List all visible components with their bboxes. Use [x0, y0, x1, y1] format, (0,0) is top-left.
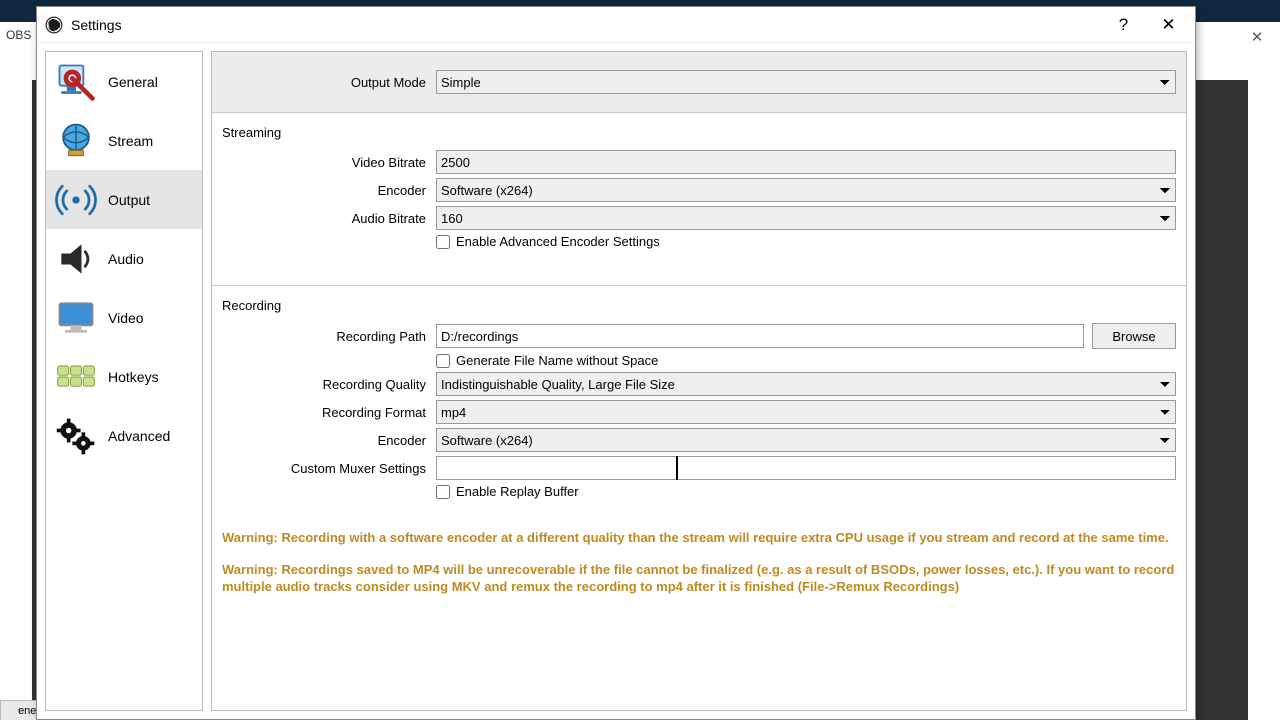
wrench-icon: [54, 60, 98, 104]
sidebar-item-label: Video: [108, 310, 144, 326]
gears-icon: [54, 414, 98, 458]
stream-encoder-label: Encoder: [222, 183, 436, 198]
muxer-label: Custom Muxer Settings: [222, 461, 436, 476]
recording-path-label: Recording Path: [222, 329, 436, 344]
stream-encoder-select[interactable]: Software (x264): [436, 178, 1176, 202]
window-title: Settings: [71, 17, 122, 33]
sidebar-item-label: Output: [108, 192, 150, 208]
warning-mp4: Warning: Recordings saved to MP4 will be…: [222, 561, 1176, 596]
video-bitrate-label: Video Bitrate: [222, 155, 436, 170]
streaming-section: Streaming Video Bitrate Encoder Software…: [212, 113, 1186, 286]
sidebar-item-advanced[interactable]: Advanced: [46, 406, 202, 465]
audio-bitrate-select[interactable]: 160: [436, 206, 1176, 230]
recording-format-label: Recording Format: [222, 405, 436, 420]
sidebar-item-hotkeys[interactable]: Hotkeys: [46, 347, 202, 406]
broadcast-icon: [54, 178, 98, 222]
globe-icon: [54, 119, 98, 163]
sidebar-item-label: Audio: [108, 251, 144, 267]
recording-quality-label: Recording Quality: [222, 377, 436, 392]
speaker-icon: [54, 237, 98, 281]
muxer-input[interactable]: [436, 456, 1176, 480]
output-mode-label: Output Mode: [222, 75, 436, 90]
background-app-label: OBS: [6, 28, 31, 42]
no-space-checkbox[interactable]: [436, 354, 450, 368]
sidebar-item-video[interactable]: Video: [46, 288, 202, 347]
sidebar-item-label: Hotkeys: [108, 369, 159, 385]
settings-dialog: Settings ? ✕ General Stream: [36, 6, 1196, 720]
sidebar-item-label: Advanced: [108, 428, 170, 444]
sidebar-item-label: Stream: [108, 133, 153, 149]
audio-bitrate-label: Audio Bitrate: [222, 211, 436, 226]
streaming-title: Streaming: [222, 125, 1176, 140]
sidebar-item-output[interactable]: Output: [46, 170, 202, 229]
monitor-icon: [54, 296, 98, 340]
content-panel: Output Mode Simple Streaming Video Bitra…: [211, 51, 1187, 711]
keyboard-icon: [54, 355, 98, 399]
sidebar-item-audio[interactable]: Audio: [46, 229, 202, 288]
warning-cpu: Warning: Recording with a software encod…: [222, 529, 1176, 547]
sidebar: General Stream Output Audio: [45, 51, 203, 711]
no-space-label: Generate File Name without Space: [456, 353, 658, 368]
sidebar-item-stream[interactable]: Stream: [46, 111, 202, 170]
recording-title: Recording: [222, 298, 1176, 313]
help-button[interactable]: ?: [1101, 10, 1146, 40]
recording-section: Recording Recording Path Browse Generate…: [212, 286, 1186, 515]
recording-encoder-label: Encoder: [222, 433, 436, 448]
background-close-button[interactable]: ✕: [1234, 22, 1280, 52]
recording-encoder-select[interactable]: Software (x264): [436, 428, 1176, 452]
warnings-block: Warning: Recording with a software encod…: [212, 515, 1186, 624]
recording-format-select[interactable]: mp4: [436, 400, 1176, 424]
replay-buffer-label: Enable Replay Buffer: [456, 484, 579, 499]
replay-buffer-checkbox[interactable]: [436, 485, 450, 499]
sidebar-item-general[interactable]: General: [46, 52, 202, 111]
output-mode-select[interactable]: Simple: [436, 70, 1176, 94]
browse-button[interactable]: Browse: [1092, 323, 1176, 349]
video-bitrate-input[interactable]: [436, 150, 1176, 174]
advanced-encoder-checkbox[interactable]: [436, 235, 450, 249]
advanced-encoder-label: Enable Advanced Encoder Settings: [456, 234, 660, 249]
sidebar-item-label: General: [108, 74, 158, 90]
recording-path-input[interactable]: [436, 324, 1084, 348]
obs-icon: [45, 16, 63, 34]
close-button[interactable]: ✕: [1146, 10, 1191, 40]
titlebar: Settings ? ✕: [37, 7, 1195, 43]
recording-quality-select[interactable]: Indistinguishable Quality, Large File Si…: [436, 372, 1176, 396]
